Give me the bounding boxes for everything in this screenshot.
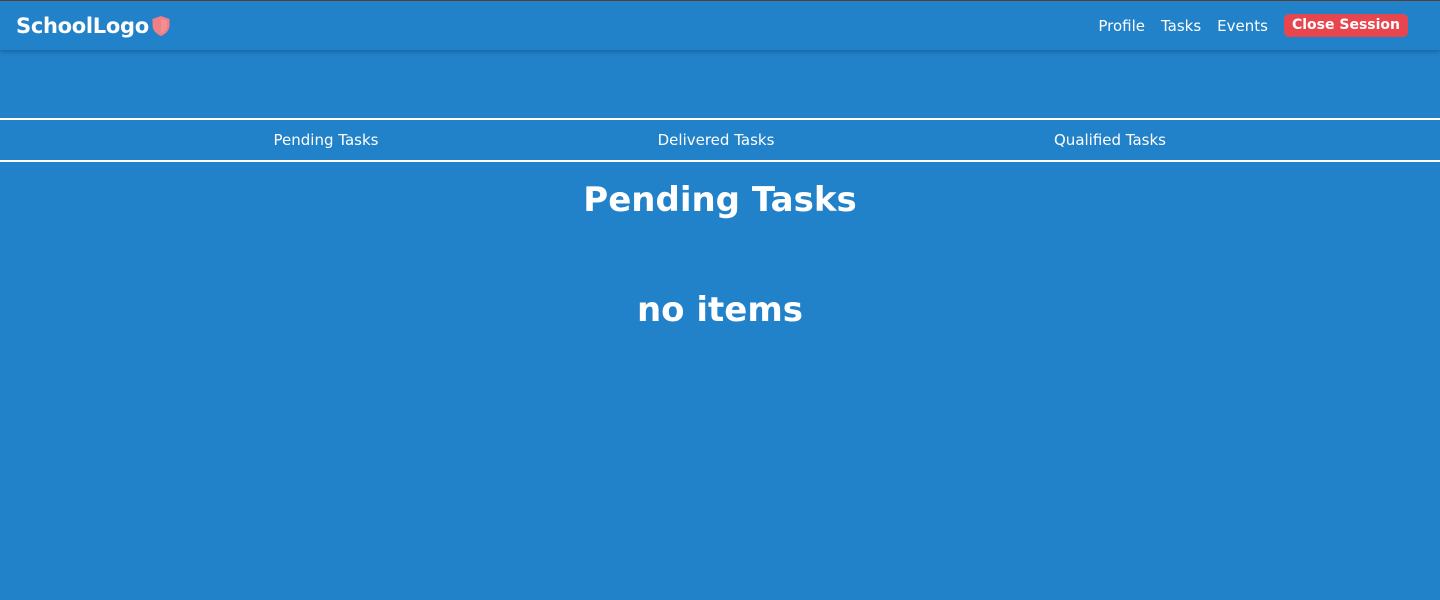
brand-logo[interactable]: SchoolLogo [16,14,171,38]
nav-link-events[interactable]: Events [1217,17,1268,35]
task-tabs: Pending Tasks Delivered Tasks Qualified … [0,118,1440,162]
nav-links: Profile Tasks Events Close Session [1082,14,1424,37]
empty-state-message: no items [636,290,804,330]
brand-text: SchoolLogo [16,13,149,38]
tab-pending-tasks[interactable]: Pending Tasks [274,131,379,149]
nav-link-tasks[interactable]: Tasks [1161,17,1201,35]
top-navbar: SchoolLogo Profile Tasks Events Close Se… [0,1,1440,50]
shield-icon [151,15,171,37]
close-session-button[interactable]: Close Session [1283,14,1408,37]
nav-link-profile[interactable]: Profile [1098,17,1145,35]
tab-delivered-tasks[interactable]: Delivered Tasks [658,131,775,149]
tab-qualified-tasks[interactable]: Qualified Tasks [1054,131,1166,149]
page-title: Pending Tasks [583,180,857,220]
